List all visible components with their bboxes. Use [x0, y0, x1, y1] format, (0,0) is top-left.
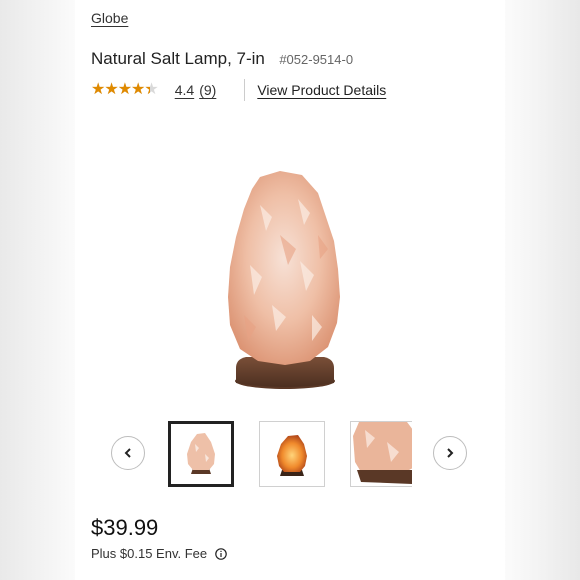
chevron-left-icon: [124, 448, 131, 458]
salt-lamp-lit-thumbnail: [277, 435, 307, 476]
review-count-link[interactable]: (9): [199, 82, 216, 98]
thumbnail-2[interactable]: [259, 421, 325, 487]
price: $39.99: [91, 515, 159, 540]
env-fee-text: Plus $0.15 Env. Fee: [91, 546, 208, 561]
product-card: Globe Natural Salt Lamp, 7-in #052-9514-…: [75, 0, 505, 580]
carousel-prev-button[interactable]: [111, 436, 145, 470]
chevron-right-icon: [447, 448, 454, 458]
thumbnail-carousel: [75, 418, 505, 492]
salt-lamp-closeup-thumbnail: [353, 422, 412, 484]
product-title: Natural Salt Lamp, 7-in: [91, 49, 265, 68]
brand-link[interactable]: Globe: [91, 10, 128, 26]
product-sku: #052-9514-0: [279, 52, 354, 67]
view-product-details-link[interactable]: View Product Details: [257, 82, 386, 98]
divider: [244, 79, 246, 101]
thumbnail-3[interactable]: [350, 421, 412, 487]
star-rating[interactable]: ★★★★★ ★★★★★: [91, 81, 159, 99]
rating-row: ★★★★★ ★★★★★ 4.4 (9) View Product Details: [91, 79, 386, 101]
main-product-image[interactable]: [200, 165, 370, 395]
rating-value-link[interactable]: 4.4: [175, 82, 194, 98]
env-fee-row: Plus $0.15 Env. Fee: [91, 546, 227, 561]
title-row: Natural Salt Lamp, 7-in #052-9514-0: [91, 49, 353, 69]
info-icon[interactable]: [215, 547, 227, 560]
salt-lamp-thumbnail: [187, 433, 215, 474]
carousel-next-button[interactable]: [433, 436, 467, 470]
star-rating-filled: ★★★★★: [91, 81, 150, 98]
thumbnail-1[interactable]: [168, 421, 234, 487]
